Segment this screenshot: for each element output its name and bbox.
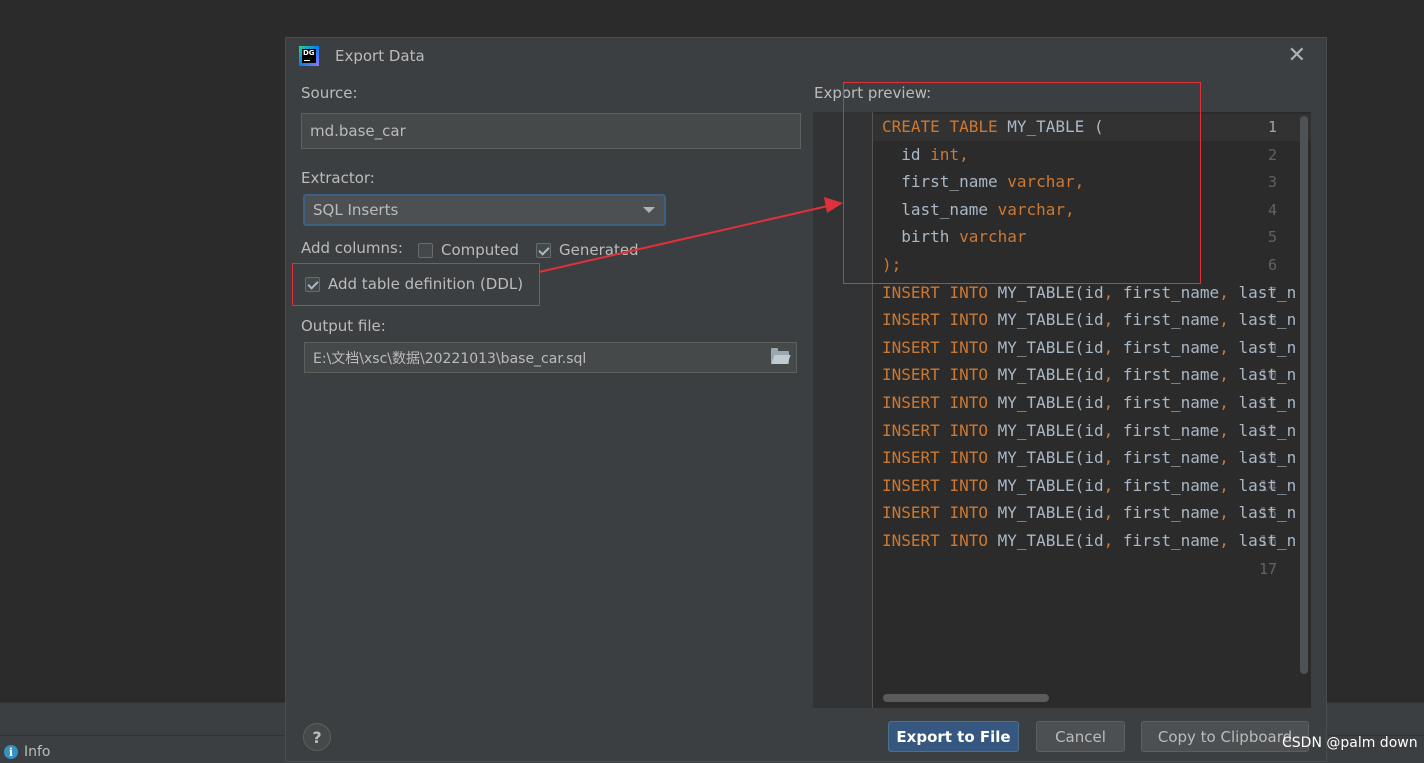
generated-label: Generated — [559, 241, 639, 259]
output-file-field[interactable]: E:\文档\xsc\数据\20221013\base_car.sql — [304, 342, 797, 373]
code-line: INSERT INTO MY_TABLE(id, first_name, las… — [882, 310, 1297, 330]
source-label: Source: — [301, 84, 358, 102]
export-to-file-button[interactable]: Export to File — [888, 721, 1019, 752]
dialog-title: Export Data — [335, 47, 425, 65]
code-line: INSERT INTO MY_TABLE(id, first_name, las… — [882, 282, 1297, 302]
line-number: 3 — [1267, 173, 1277, 192]
code-line: INSERT INTO MY_TABLE(id, first_name, las… — [882, 337, 1297, 357]
generated-checkbox-row[interactable]: Generated — [536, 241, 639, 259]
csdn-watermark: CSDN @palm down — [1282, 735, 1418, 751]
code-line: INSERT INTO MY_TABLE(id, first_name, las… — [882, 420, 1297, 440]
output-file-value: E:\文档\xsc\数据\20221013\base_car.sql — [313, 350, 587, 367]
code-line: INSERT INTO MY_TABLE(id, first_name, las… — [882, 531, 1297, 550]
add-columns-label: Add columns: — [301, 239, 403, 257]
ddl-highlight-box — [292, 263, 540, 306]
code-line: INSERT INTO MY_TABLE(id, first_name, las… — [882, 393, 1297, 412]
code-line: INSERT INTO MY_TABLE(id, first_name, las… — [882, 475, 1297, 495]
line-number: 5 — [1267, 228, 1277, 247]
line-number: 6 — [1267, 256, 1277, 274]
info-icon: i — [4, 745, 18, 759]
source-value: md.base_car — [310, 122, 406, 140]
chevron-down-icon — [643, 207, 655, 213]
code-line: INSERT INTO MY_TABLE(id, first_name, las… — [882, 448, 1297, 468]
computed-checkbox[interactable] — [418, 242, 433, 258]
cancel-button[interactable]: Cancel — [1036, 721, 1125, 752]
help-icon: ? — [312, 727, 322, 747]
extractor-value: SQL Inserts — [313, 201, 399, 219]
line-number: 17 — [1258, 559, 1277, 578]
line-number: 1 — [1267, 118, 1277, 136]
computed-label: Computed — [441, 241, 519, 259]
export-data-dialog: DG Export Data ✕ Source: md.base_car Ext… — [285, 37, 1327, 762]
folder-icon[interactable] — [771, 348, 789, 364]
extractor-select[interactable]: SQL Inserts — [303, 194, 666, 226]
extractor-label: Extractor: — [301, 169, 375, 187]
code-line: INSERT INTO MY_TABLE(id, first_name, las… — [882, 503, 1297, 523]
dialog-titlebar: DG Export Data ✕ — [286, 38, 1326, 76]
code-line: INSERT INTO MY_TABLE(id, first_name, las… — [882, 365, 1297, 385]
ddl-preview-highlight-box — [843, 82, 1201, 284]
line-number: 4 — [1267, 200, 1277, 219]
close-icon[interactable]: ✕ — [1288, 44, 1306, 68]
info-label: Info — [24, 744, 51, 760]
status-info[interactable]: i Info — [4, 743, 51, 761]
datagrip-logo-icon: DG — [299, 46, 319, 66]
computed-checkbox-row[interactable]: Computed — [418, 241, 519, 259]
output-file-label: Output file: — [301, 317, 386, 335]
horizontal-scrollbar[interactable] — [883, 694, 1049, 702]
line-number: 2 — [1267, 145, 1277, 164]
generated-checkbox[interactable] — [536, 242, 551, 258]
source-field[interactable]: md.base_car — [301, 113, 801, 149]
vertical-scrollbar[interactable] — [1300, 116, 1308, 674]
help-button[interactable]: ? — [303, 723, 331, 751]
